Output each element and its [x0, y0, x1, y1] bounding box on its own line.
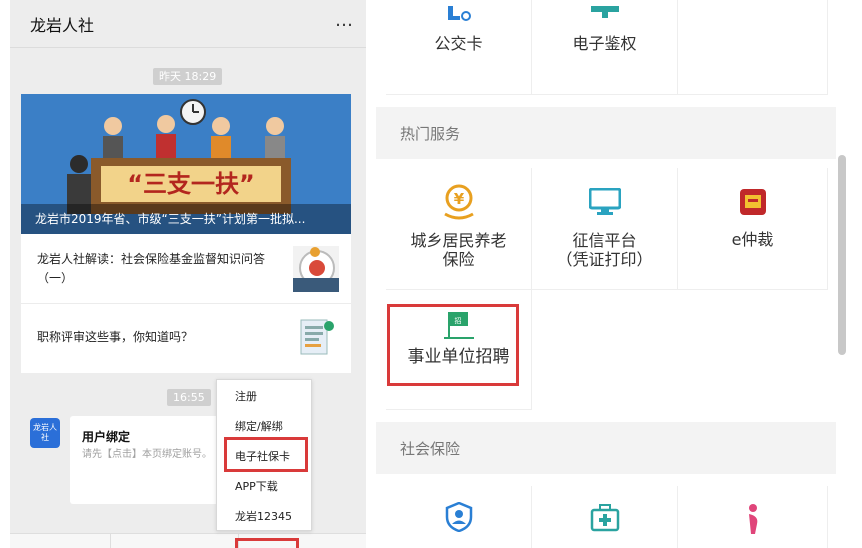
service-e-arbitration[interactable]: e仲裁	[678, 168, 828, 290]
article-thumbnail	[293, 246, 339, 292]
service-empty	[678, 0, 828, 95]
timestamp: 16:55	[167, 389, 211, 406]
service-label: 城乡居民养老	[410, 231, 507, 250]
chat-title: 龙岩人社	[30, 16, 95, 35]
service-label: 公交卡	[434, 34, 483, 53]
article-title: 职称评审这些事，你知道吗？	[37, 330, 194, 344]
service-credit-platform[interactable]: 征信平台 （凭证打印）	[532, 168, 678, 290]
section-title: 热门服务	[400, 125, 461, 143]
article-item[interactable]: 职称评审这些事，你知道吗？	[21, 304, 351, 373]
bind-card-title: 用户绑定	[82, 430, 131, 444]
yuan-coin-icon: ¥	[443, 184, 474, 220]
menu-item-register[interactable]: 注册	[217, 382, 313, 412]
service-social-1[interactable]	[386, 486, 532, 548]
highlight-box	[224, 437, 308, 472]
hero-image[interactable]: “三支一扶” 龙岩市2019年省、市级“三支一扶”计划第一批拟...	[21, 94, 351, 234]
service-label: 保险	[442, 250, 475, 269]
scrollbar[interactable]	[838, 155, 846, 355]
chat-topbar: 龙岩人社 …	[10, 0, 366, 48]
menu-item-app-download[interactable]: APP下载	[217, 472, 313, 502]
hero-caption: 龙岩市2019年省、市级“三支一扶”计划第一批拟...	[21, 204, 351, 234]
medical-kit-icon	[590, 504, 619, 532]
service-rural-pension[interactable]: ¥ 城乡居民养老 保险	[386, 168, 532, 290]
service-label: 征信平台	[572, 231, 637, 250]
service-social-3[interactable]	[678, 486, 828, 548]
service-bus-card[interactable]: 公交卡	[386, 0, 532, 95]
pregnant-icon	[748, 504, 757, 534]
service-e-auth[interactable]: 电子鉴权	[532, 0, 678, 95]
badge-icon	[739, 189, 766, 215]
service-label: 电子鉴权	[572, 34, 637, 53]
menu-divider	[110, 534, 111, 548]
monitor-icon	[588, 188, 621, 215]
highlight-box	[235, 538, 299, 548]
menu-bar	[10, 533, 366, 548]
document-thumbnail	[300, 319, 334, 355]
bind-card-desc: 请先【点击】本页绑定账号。	[82, 449, 212, 460]
article-item[interactable]: 龙岩人社解读：社会保险基金监督知识问答（一）	[21, 234, 351, 304]
highlight-box	[387, 304, 519, 386]
section-header: 社会保险	[376, 422, 836, 474]
screenshot-root: 龙岩人社 … 昨天 18:29 “三支一扶” 龙岩市2019年省、市级“三支一扶…	[0, 0, 862, 548]
official-account-avatar[interactable]: 龙岩人社	[30, 418, 60, 448]
shield-person-icon	[445, 502, 472, 532]
service-label: （凭证打印）	[556, 250, 653, 269]
article-title: 龙岩人社解读：社会保险基金监督知识问答（一）	[37, 252, 266, 285]
timestamp: 昨天 18:29	[153, 68, 223, 85]
section-header: 热门服务	[376, 107, 836, 159]
user-bind-card[interactable]: 用户绑定 请先【点击】本页绑定账号。	[70, 416, 238, 504]
section-title: 社会保险	[400, 440, 461, 458]
service-label: e仲裁	[731, 230, 774, 249]
card-icon	[447, 6, 471, 21]
monitor-icon	[590, 6, 619, 18]
menu-item-longyan-12345[interactable]: 龙岩12345	[217, 502, 313, 532]
svg-text:“三支一扶”: “三支一扶”	[127, 170, 255, 198]
more-icon[interactable]: …	[335, 10, 354, 31]
article-card[interactable]: “三支一扶” 龙岩市2019年省、市级“三支一扶”计划第一批拟... 龙岩人社解…	[21, 94, 351, 373]
svg-text:¥: ¥	[453, 190, 464, 208]
service-social-2[interactable]	[532, 486, 678, 548]
